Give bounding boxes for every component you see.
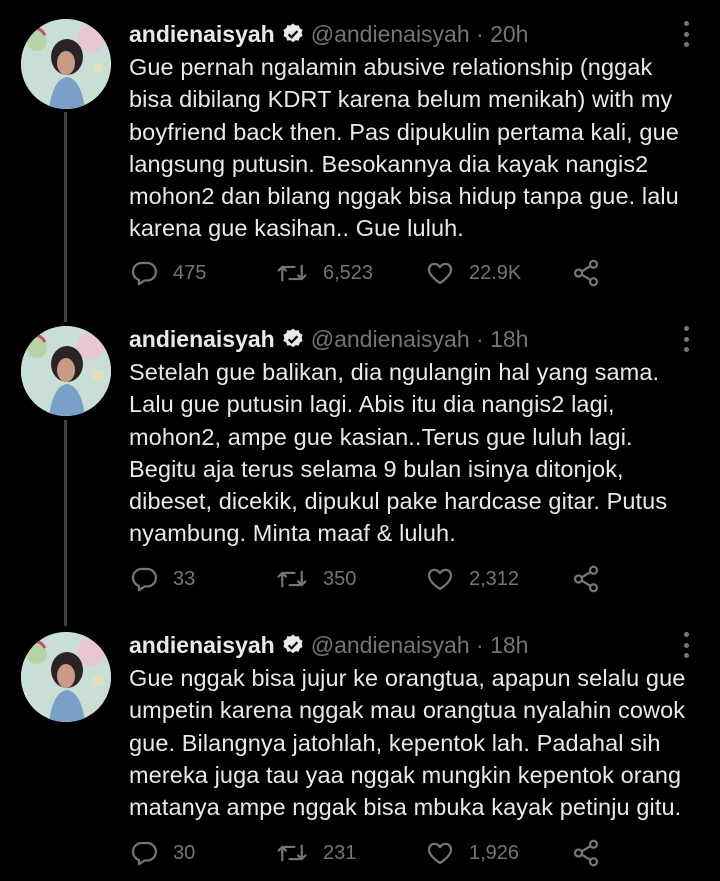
- tweet-line: mohon2 dan bilang nggak bisa hidup tanpa…: [129, 183, 679, 210]
- tweet-text: Setelah gue balikan, dia ngulangin hal y…: [129, 356, 709, 550]
- reply-icon: [131, 567, 157, 592]
- tweet-actions: 30 231 1,926: [129, 836, 689, 870]
- retweet-count: 231: [323, 841, 357, 864]
- tweet-actions: 475 6,523 22.9K: [129, 256, 689, 290]
- like-icon: [427, 568, 453, 591]
- share-button[interactable]: [571, 836, 615, 870]
- like-count: 2,312: [469, 567, 520, 590]
- avatar-image: [21, 19, 111, 109]
- reply-count: 475: [173, 261, 207, 284]
- handle[interactable]: @andienaisyah: [311, 21, 470, 47]
- tweet-line: Gue pernah ngalamin abusive relationship…: [129, 54, 653, 80]
- tweet-line: mereka juga tau yaa nggak mungkin kepent…: [129, 761, 682, 788]
- share-icon: [573, 565, 599, 593]
- tweet-line: Lalu gue putusin lagi. Abis itu dia nang…: [129, 391, 615, 418]
- retweet-button[interactable]: 350: [275, 562, 356, 596]
- more-icon[interactable]: [676, 21, 696, 47]
- share-button[interactable]: [571, 256, 615, 290]
- tweet[interactable]: andienaisyah @andienaisyah · 18h Gue ngga…: [0, 628, 720, 881]
- retweet-button[interactable]: 231: [275, 836, 356, 870]
- tweet-line: mohon2, ampe gue kasian..Terus gue luluh…: [129, 423, 633, 450]
- tweet-line: langsung putusin. Besokannya dia kayak n…: [129, 150, 649, 177]
- retweet-count: 6,523: [323, 261, 374, 284]
- tweet-header: andienaisyah @andienaisyah · 18h: [129, 628, 528, 662]
- handle[interactable]: @andienaisyah: [311, 632, 470, 658]
- display-name[interactable]: andienaisyah: [129, 21, 275, 47]
- tweet-line: karena gue kasihan.. Gue luluh.: [129, 215, 464, 242]
- avatar[interactable]: [21, 326, 111, 416]
- like-icon: [427, 842, 453, 865]
- tweet-line: Begitu aja terus selama 9 bulan isinya d…: [129, 455, 624, 482]
- reply-button[interactable]: 30: [129, 836, 195, 870]
- more-icon[interactable]: [676, 632, 696, 658]
- tweet-line: Setelah gue balikan, dia ngulangin hal y…: [129, 359, 660, 385]
- like-count: 1,926: [469, 841, 520, 864]
- display-name[interactable]: andienaisyah: [129, 632, 275, 658]
- timestamp[interactable]: 20h: [490, 21, 528, 47]
- reply-count: 33: [173, 567, 196, 590]
- timestamp[interactable]: 18h: [490, 632, 528, 658]
- tweet-line: nyambung. Minta maaf & luluh.: [129, 520, 456, 547]
- separator: ·: [476, 632, 484, 658]
- share-icon: [573, 839, 599, 867]
- tweet-line: Gue nggak bisa jujur ke orangtua, apapun…: [129, 665, 686, 691]
- handle[interactable]: @andienaisyah: [311, 326, 470, 352]
- display-name[interactable]: andienaisyah: [129, 326, 275, 352]
- tweet-line: umpetin karena nggak mau orangtua nyalah…: [129, 697, 686, 724]
- retweet-icon: [277, 844, 307, 862]
- tweet-line: gue. Bilangnya jatohlah, kepentok lah. P…: [129, 729, 661, 756]
- avatar-image: [21, 632, 111, 722]
- avatar[interactable]: [21, 632, 111, 722]
- tweet-line: boyfriend back then. Pas dipukulin perta…: [129, 118, 679, 145]
- reply-icon: [131, 261, 157, 286]
- reply-button[interactable]: 33: [129, 562, 195, 596]
- retweet-count: 350: [323, 567, 357, 590]
- like-button[interactable]: 2,312: [425, 562, 519, 596]
- like-button[interactable]: 1,926: [425, 836, 519, 870]
- avatar-image: [21, 326, 111, 416]
- reply-count: 30: [173, 841, 196, 864]
- tweet-actions: 33 350 2,312: [129, 562, 689, 596]
- timestamp[interactable]: 18h: [490, 326, 528, 352]
- verified-badge-icon: [281, 632, 305, 666]
- tweet[interactable]: andienaisyah @andienaisyah · 20h Gue pern…: [0, 17, 720, 307]
- retweet-button[interactable]: 6,523: [275, 256, 373, 290]
- verified-badge-icon: [281, 326, 305, 360]
- like-count: 22.9K: [469, 261, 522, 284]
- reply-button[interactable]: 475: [129, 256, 206, 290]
- tweet[interactable]: andienaisyah @andienaisyah · 18h Setelah …: [0, 322, 720, 612]
- share-button[interactable]: [571, 562, 615, 596]
- verified-badge-icon: [281, 21, 305, 55]
- tweet-text: Gue nggak bisa jujur ke orangtua, apapun…: [129, 662, 709, 823]
- avatar[interactable]: [21, 19, 111, 109]
- tweet-text: Gue pernah ngalamin abusive relationship…: [129, 51, 709, 245]
- tweet-header: andienaisyah @andienaisyah · 18h: [129, 322, 528, 356]
- separator: ·: [476, 326, 484, 352]
- tweet-header: andienaisyah @andienaisyah · 20h: [129, 17, 528, 51]
- like-icon: [427, 262, 453, 285]
- more-icon[interactable]: [676, 326, 696, 352]
- tweet-line: bisa dibilang KDRT karena belum menikah)…: [129, 86, 673, 113]
- tweet-line: dibeset, dicekik, dipukul pake hardcase …: [129, 488, 668, 515]
- separator: ·: [476, 21, 484, 47]
- tweet-line: matanya ampe nggak bisa mbuka kayak peti…: [129, 794, 682, 821]
- retweet-icon: [277, 570, 307, 588]
- like-button[interactable]: 22.9K: [425, 256, 521, 290]
- share-icon: [573, 259, 599, 287]
- retweet-icon: [277, 264, 307, 282]
- reply-icon: [131, 841, 157, 866]
